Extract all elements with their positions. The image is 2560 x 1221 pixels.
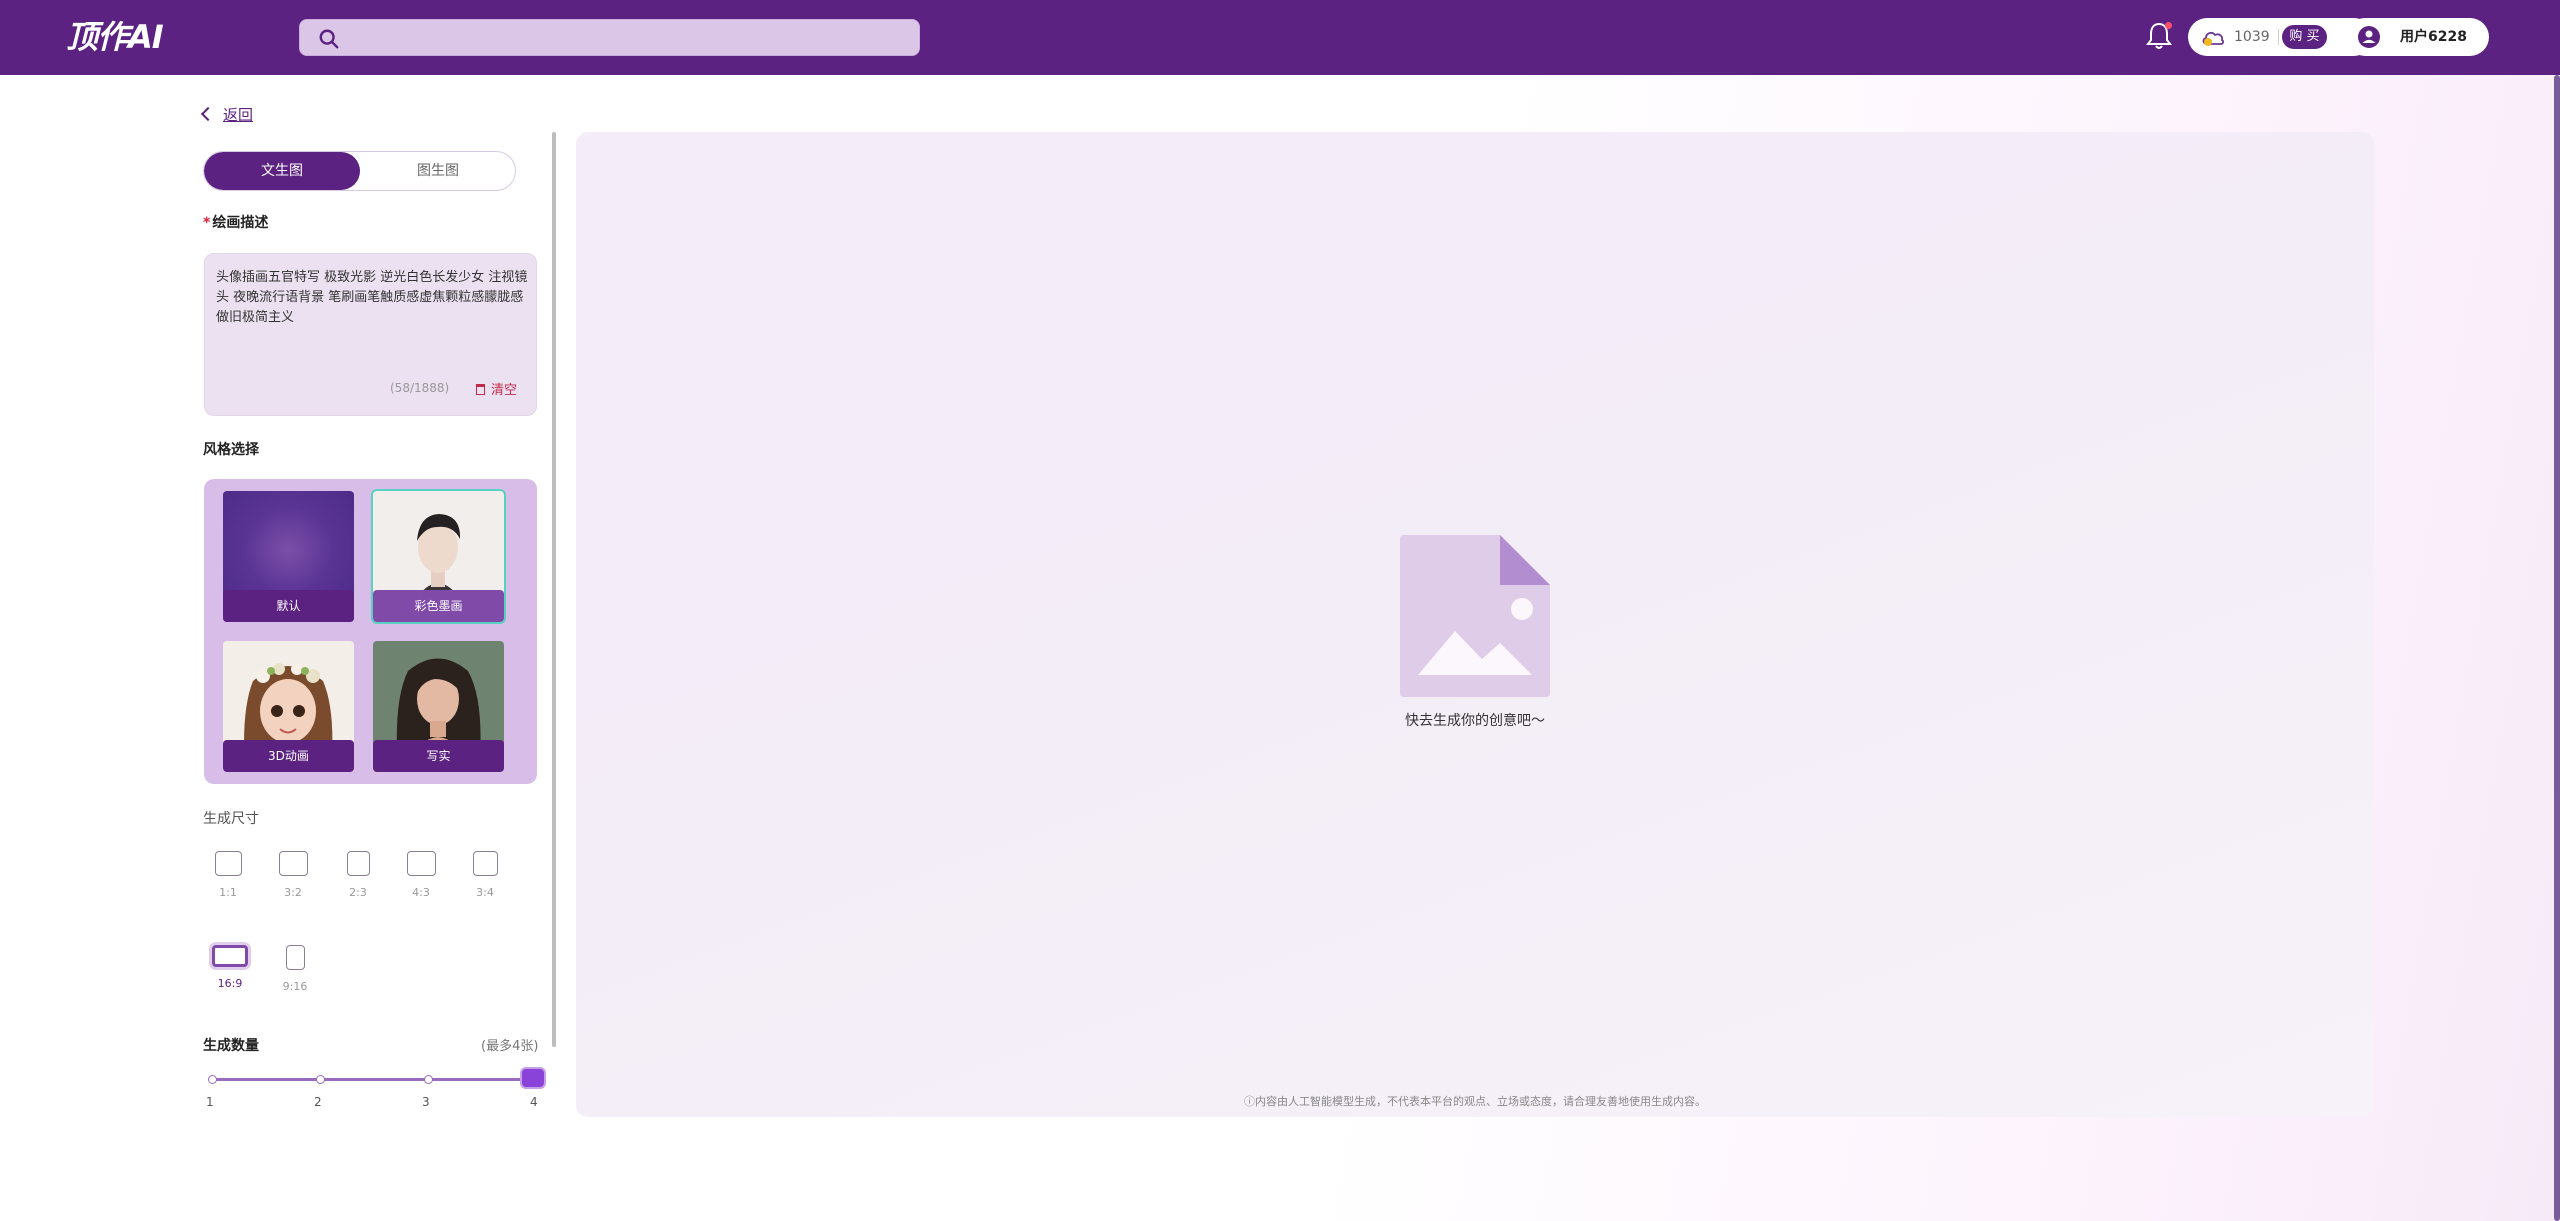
avatar-icon (2358, 26, 2380, 48)
placeholder-text: 快去生成你的创意吧～ (1405, 713, 1545, 729)
count-label: 生成数量 (203, 1038, 259, 1054)
slider-step-1[interactable] (208, 1075, 217, 1084)
ai-disclaimer: ⓘ内容由人工智能模型生成，不代表本平台的观点、立场或态度，请合理友善地使用生成内… (1244, 1095, 1706, 1108)
divider (2278, 29, 2279, 45)
tab-text-to-image[interactable]: 文生图 (204, 152, 360, 190)
style-card-label: 默认 (223, 590, 354, 622)
ratio-label: 4:3 (412, 886, 430, 899)
slider-step-3[interactable] (424, 1075, 433, 1084)
slider-step-2[interactable] (316, 1075, 325, 1084)
slider-tick-label: 2 (314, 1095, 322, 1109)
ratio-option-4-3[interactable]: 4:3 (395, 851, 447, 899)
slider-tick-label: 4 (530, 1095, 538, 1109)
slider-thumb[interactable] (520, 1067, 546, 1089)
style-card-default[interactable]: 默认 (223, 491, 354, 622)
prompt-textarea[interactable]: 头像插画五官特写 极致光影 逆光白色长发少女 注视镜头 夜晚流行语背景 笔刷画笔… (204, 253, 537, 416)
username: 用户6228 (2400, 29, 2467, 45)
tab-image-to-image[interactable]: 图生图 (360, 152, 515, 190)
ratio-shape (278, 851, 308, 876)
buy-button[interactable]: 购 买 (2282, 25, 2327, 49)
mode-tabs: 文生图 图生图 (203, 151, 516, 191)
chevron-left-icon (200, 106, 216, 122)
back-link[interactable]: 返回 (200, 104, 253, 126)
ratio-option-3-4[interactable]: 3:4 (459, 851, 511, 899)
style-label: 风格选择 (203, 442, 259, 458)
ratio-label: 1:1 (219, 886, 237, 899)
style-card-label: 3D动画 (223, 740, 354, 772)
slider-tick-label: 1 (206, 1095, 214, 1109)
ratio-label: 9:16 (282, 980, 308, 993)
search-input[interactable] (299, 19, 920, 56)
ratio-shape (285, 945, 305, 970)
prompt-text[interactable]: 头像插画五官特写 极致光影 逆光白色长发少女 注视镜头 夜晚流行语背景 笔刷画笔… (216, 268, 529, 328)
sidebar-scrollbar[interactable] (552, 132, 556, 1047)
ratio-shape (214, 851, 242, 876)
ratio-label: 3:4 (476, 886, 494, 899)
ratio-option-9-16[interactable]: 9:16 (269, 945, 321, 993)
ratio-label: 2:3 (349, 886, 367, 899)
points-value: 1039 (2234, 29, 2270, 45)
page-scrollbar[interactable] (2554, 75, 2560, 1221)
ratio-shape (472, 851, 498, 876)
notification-dot (2165, 22, 2172, 29)
style-card-3d[interactable]: 3D动画 (223, 641, 354, 772)
result-canvas: 快去生成你的创意吧～ ⓘ内容由人工智能模型生成，不代表本平台的观点、立场或态度，… (576, 132, 2374, 1117)
style-card-label: 写实 (373, 740, 504, 772)
top-navbar: 顶作AI 1039 购 买 用户6228 (0, 0, 2560, 75)
size-label: 生成尺寸 (203, 811, 259, 827)
ratio-shape (346, 851, 370, 876)
ratio-option-3-2[interactable]: 3:2 (267, 851, 319, 899)
search-icon (319, 29, 339, 49)
slider-tick-label: 3 (422, 1095, 430, 1109)
trash-icon (476, 384, 485, 395)
ratio-option-1-1[interactable]: 1:1 (202, 851, 254, 899)
app-logo[interactable]: 顶作AI (66, 17, 164, 57)
style-grid: 默认 彩色墨画 3D动画 写实 (204, 479, 537, 784)
ratio-option-2-3[interactable]: 2:3 (332, 851, 384, 899)
count-slider[interactable] (212, 1078, 533, 1081)
clear-button[interactable]: 清空 (476, 379, 517, 398)
ratio-label: 3:2 (284, 886, 302, 899)
prompt-label: * 绘画描述 (203, 215, 269, 231)
notification-bell-icon[interactable] (2145, 21, 2173, 51)
style-card-label: 彩色墨画 (373, 590, 504, 622)
ratio-option-16-9[interactable]: 16:9 (204, 945, 256, 990)
style-card-ink[interactable]: 彩色墨画 (371, 489, 506, 624)
image-placeholder-icon (1400, 535, 1550, 697)
user-menu[interactable]: 用户6228 (2346, 18, 2489, 56)
count-max-note: (最多4张) (481, 1039, 539, 1054)
cloud-coin-icon (2202, 31, 2224, 46)
style-card-realistic[interactable]: 写实 (373, 641, 504, 772)
ratio-shape (212, 945, 248, 967)
ratio-label: 16:9 (217, 977, 243, 990)
char-counter: (58/1888) (390, 381, 450, 395)
ratio-shape (406, 851, 436, 876)
